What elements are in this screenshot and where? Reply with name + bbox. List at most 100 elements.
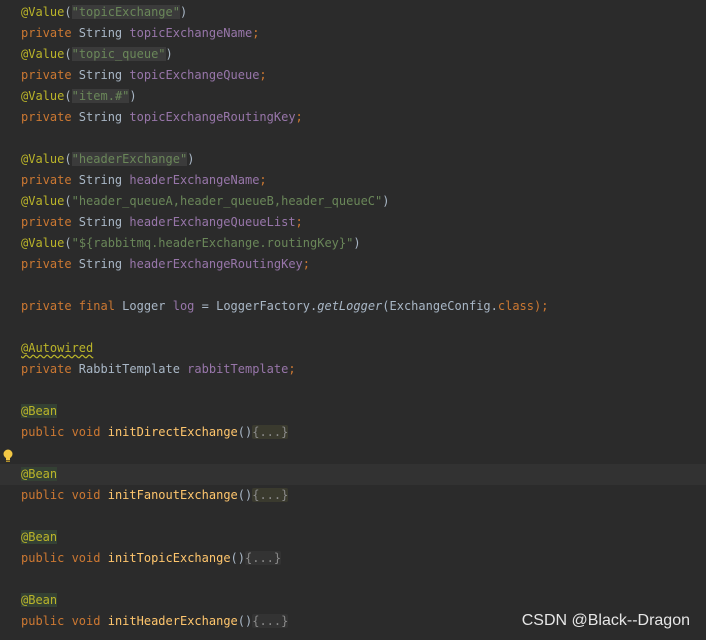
code-line-2[interactable]: private String topicExchangeName; [0, 23, 706, 44]
punctuation: ( [64, 236, 72, 250]
parentheses: () [230, 551, 245, 565]
folded-block[interactable]: {...} [252, 614, 289, 628]
code-line-7[interactable]: @Value("headerExchange") [0, 149, 706, 170]
type: RabbitTemplate [71, 362, 188, 376]
field-name: headerExchangeQueueList [129, 215, 296, 229]
assignment: = LoggerFactory. [194, 299, 318, 313]
method-name: initTopicExchange [107, 551, 231, 565]
field-name: topicExchangeName [129, 26, 253, 40]
keyword: private [21, 215, 72, 229]
code-line-18-current[interactable]: @Bean [0, 464, 706, 485]
field-name: log [172, 299, 195, 313]
watermark-text: CSDN @Black--Dragon [521, 612, 690, 629]
annotation: @Value [21, 47, 65, 61]
code-line-1[interactable]: @Value("topicExchange") [0, 2, 706, 23]
folded-block[interactable]: {...} [245, 551, 282, 565]
argument: (ExchangeConfig. [382, 299, 498, 313]
method-name: initFanoutExchange [107, 488, 238, 502]
keyword: final [71, 299, 115, 313]
string-value: "headerExchange" [71, 152, 188, 166]
code-line-10[interactable]: private String headerExchangeQueueList; [0, 212, 706, 233]
type: String [71, 215, 130, 229]
punctuation: ( [64, 47, 72, 61]
keyword: public [21, 425, 65, 439]
code-editor[interactable]: @Value("topicExchange") private String t… [0, 0, 706, 640]
code-line-8[interactable]: private String headerExchangeName; [0, 170, 706, 191]
semicolon: ; [259, 68, 267, 82]
type: String [71, 68, 130, 82]
type: String [71, 110, 130, 124]
code-line-3[interactable]: @Value("topic_queue") [0, 44, 706, 65]
annotation: @Bean [21, 404, 58, 418]
semicolon: ; [295, 110, 303, 124]
keyword: public [21, 488, 65, 502]
code-line-14[interactable]: @Autowired [0, 338, 706, 359]
field-name: topicExchangeRoutingKey [129, 110, 296, 124]
field-name: topicExchangeQueue [129, 68, 260, 82]
code-line-16[interactable]: @Bean [0, 401, 706, 422]
semicolon: ; [302, 257, 310, 271]
keyword: void [64, 488, 108, 502]
type: Logger [114, 299, 173, 313]
code-line-21[interactable]: public void initTopicExchange(){...} [0, 548, 706, 569]
lightbulb-icon[interactable] [2, 449, 14, 463]
punctuation: ) [187, 152, 195, 166]
string-value: "header_queueA,header_queueB,header_queu… [71, 194, 383, 208]
keyword: private [21, 173, 72, 187]
code-line-17[interactable]: public void initDirectExchange(){...} [0, 422, 706, 443]
keyword: private [21, 299, 72, 313]
string-value: "topicExchange" [71, 5, 180, 19]
annotation: @Value [21, 236, 65, 250]
punctuation: ( [64, 89, 72, 103]
punctuation: ( [64, 5, 72, 19]
code-line-12[interactable]: private String headerExchangeRoutingKey; [0, 254, 706, 275]
punctuation: ( [64, 194, 72, 208]
method-call: getLogger [317, 299, 383, 313]
code-line-9[interactable]: @Value("header_queueA,header_queueB,head… [0, 191, 706, 212]
keyword: private [21, 26, 72, 40]
punctuation: ) [179, 5, 188, 19]
keyword: private [21, 68, 72, 82]
code-line-15[interactable]: private RabbitTemplate rabbitTemplate; [0, 359, 706, 380]
parentheses: () [237, 488, 253, 502]
keyword: class [497, 299, 534, 313]
keyword: private [21, 362, 72, 376]
annotation: @Value [21, 152, 65, 166]
code-line-11[interactable]: @Value("${rabbitmq.headerExchange.routin… [0, 233, 706, 254]
code-line-6[interactable]: private String topicExchangeRoutingKey; [0, 107, 706, 128]
punctuation: ) [129, 89, 137, 103]
field-name: headerExchangeRoutingKey [129, 257, 303, 271]
keyword: public [21, 614, 65, 628]
string-literal: "topicExchange" [71, 5, 180, 19]
string-value: "item.#" [71, 89, 130, 103]
annotation: @Bean [21, 467, 58, 481]
parentheses: () [237, 614, 253, 628]
method-name: initHeaderExchange [107, 614, 238, 628]
type: String [71, 257, 130, 271]
code-line-4[interactable]: private String topicExchangeQueue; [0, 65, 706, 86]
keyword: private [21, 257, 72, 271]
folded-block[interactable]: {...} [252, 488, 289, 502]
annotation: @Value [21, 89, 65, 103]
terminator: ); [534, 299, 549, 313]
semicolon: ; [288, 362, 296, 376]
keyword: void [64, 425, 108, 439]
semicolon: ; [295, 215, 303, 229]
folded-block[interactable]: {...} [252, 425, 289, 439]
annotation: @Bean [21, 530, 58, 544]
semicolon: ; [252, 26, 260, 40]
punctuation: ) [353, 236, 361, 250]
parentheses: () [237, 425, 253, 439]
code-line-22[interactable]: @Bean [0, 590, 706, 611]
code-line-13[interactable]: private final Logger log = LoggerFactory… [0, 296, 706, 317]
annotation: @Value [21, 5, 65, 19]
annotation: @Value [21, 194, 65, 208]
string-value: "topic_queue" [71, 47, 166, 61]
code-line-20[interactable]: @Bean [0, 527, 706, 548]
punctuation: ) [165, 47, 173, 61]
code-line-5[interactable]: @Value("item.#") [0, 86, 706, 107]
type: String [71, 173, 130, 187]
code-line-19[interactable]: public void initFanoutExchange(){...} [0, 485, 706, 506]
punctuation: ( [64, 152, 72, 166]
annotation-with-warning: @Autowired [21, 341, 94, 355]
